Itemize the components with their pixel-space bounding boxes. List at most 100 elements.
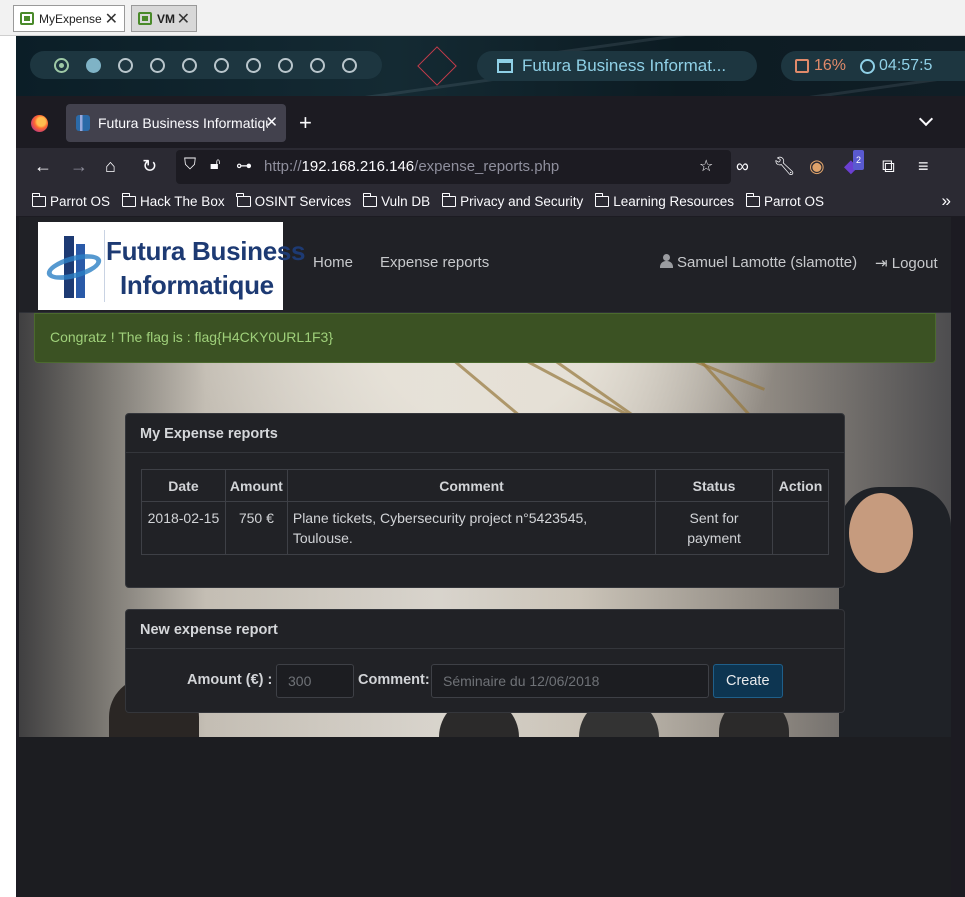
cell-comment: Plane tickets, Cybersecurity project n°5… <box>286 501 657 555</box>
forward-arrow-icon[interactable]: → <box>70 156 88 176</box>
bookmark-folder[interactable]: Privacy and Security <box>441 192 583 209</box>
close-tab-icon[interactable]: ✕ <box>265 113 278 131</box>
site-logo[interactable]: Futura Business Informatique <box>38 222 306 310</box>
create-button[interactable]: Create <box>713 664 783 698</box>
extensions-puzzle-icon[interactable]: ⧉ <box>882 156 895 176</box>
workspace-1[interactable] <box>54 58 69 73</box>
bookmark-star-icon[interactable]: ☆ <box>699 156 713 176</box>
reload-icon[interactable]: ↻ <box>142 156 157 176</box>
shield-icon[interactable]: ⛉ <box>184 156 196 174</box>
close-icon[interactable]: ✕ <box>105 9 118 29</box>
browser-tab-title: Futura Business Informatique <box>98 115 268 131</box>
folder-icon <box>745 192 761 207</box>
clock-icon <box>860 58 876 74</box>
bookmark-folder[interactable]: Parrot OS <box>745 192 824 209</box>
bookmarks-toolbar: Parrot OS Hack The Box OSINT Services Vu… <box>16 186 965 216</box>
folder-icon <box>236 192 251 207</box>
extension-badge-icon[interactable]: ◆ 2 <box>844 150 865 176</box>
workspace-8[interactable] <box>278 58 293 73</box>
hero-background-image: Congratz ! The flag is : flag{H4CKY0URL1… <box>19 313 951 737</box>
amount-input[interactable]: 300 <box>276 664 354 698</box>
menu-hamburger-icon[interactable]: ≡ <box>918 156 929 176</box>
folder-icon <box>121 192 137 207</box>
workspace-3[interactable] <box>118 58 133 73</box>
close-icon[interactable]: ✕ <box>177 9 190 29</box>
host-tab-label: MyExpense <box>39 11 102 26</box>
insecure-lock-icon[interactable]: 🔓︎ <box>210 156 220 174</box>
vm-icon <box>20 12 34 25</box>
workspace-5[interactable] <box>182 58 197 73</box>
bookmark-folder[interactable]: Vuln DB <box>362 192 430 209</box>
site-navbar: Futura Business Informatique Home Expens… <box>19 217 951 313</box>
window-icon <box>497 59 513 73</box>
folder-icon <box>31 192 46 207</box>
host-tab-label: VM <box>157 11 175 26</box>
workspace-6[interactable] <box>214 58 229 73</box>
new-report-form: Amount (€) : 300 Comment: Séminaire du 1… <box>126 664 846 698</box>
bookmark-folder[interactable]: Parrot OS <box>31 192 110 209</box>
folder-icon <box>362 192 378 207</box>
cpu-indicator[interactable]: 16% <box>795 57 846 75</box>
folder-icon <box>441 192 457 207</box>
workspace-9[interactable] <box>310 58 325 73</box>
new-expense-report-card: New expense report Amount (€) : 300 Comm… <box>125 609 845 713</box>
browser-tab[interactable]: Futura Business Informatique ✕ <box>66 104 286 142</box>
table-header-row: Date Amount Comment Status Action <box>141 469 829 502</box>
favicon-icon <box>76 115 90 131</box>
card-title: New expense report <box>126 610 844 649</box>
wrench-icon[interactable]: 🔧︎ <box>773 156 796 176</box>
vm-icon <box>138 12 152 25</box>
comment-label: Comment: <box>358 672 430 688</box>
cpu-icon <box>795 59 809 73</box>
active-window-title[interactable]: Futura Business Informat... <box>477 51 757 81</box>
back-arrow-icon[interactable]: ← <box>34 156 52 176</box>
cell-action <box>772 501 829 555</box>
cell-status: Sent for payment <box>655 501 773 555</box>
workspace-7[interactable] <box>246 58 261 73</box>
logo-text-line2: Informatique <box>120 270 274 300</box>
home-icon[interactable]: ⌂ <box>105 156 116 176</box>
new-tab-plus-icon[interactable]: + <box>299 110 312 136</box>
clock[interactable]: 04:57:5 <box>860 57 932 75</box>
flag-success-alert: Congratz ! The flag is : flag{H4CKY0URL1… <box>34 313 936 363</box>
desktop-panel: Futura Business Informat... 16% 04:57:5 <box>16 36 965 96</box>
page-content: Futura Business Informatique Home Expens… <box>19 217 951 897</box>
my-expense-reports-card: My Expense reports Date Amount Comment S… <box>125 413 845 588</box>
column-header-action: Action <box>772 469 829 502</box>
url-bar[interactable]: ⛉ 🔓︎ ⊶ http://192.168.216.146/expense_re… <box>176 150 731 184</box>
vm-display: Futura Business Informat... 16% 04:57:5 … <box>16 36 965 897</box>
foxyproxy-icon[interactable]: ∞ <box>736 156 749 176</box>
column-header-status: Status <box>655 469 773 502</box>
parrot-logo-icon[interactable] <box>417 46 457 86</box>
bookmark-folder[interactable]: OSINT Services <box>236 192 351 209</box>
nav-logout-link[interactable]: ⇥ Logout <box>875 254 938 272</box>
column-header-date: Date <box>141 469 226 502</box>
system-tray: 16% 04:57:5 <box>781 51 965 81</box>
url-text[interactable]: http://192.168.216.146/expense_reports.p… <box>264 158 559 175</box>
host-tab-vm[interactable]: VM ✕ <box>131 5 197 32</box>
nav-expense-reports-link[interactable]: Expense reports <box>380 254 489 271</box>
workspace-10[interactable] <box>342 58 357 73</box>
firefox-icon[interactable] <box>31 115 48 132</box>
list-all-tabs-chevron-icon[interactable] <box>918 111 934 127</box>
workspace-2[interactable] <box>86 58 101 73</box>
bookmark-folder[interactable]: Hack The Box <box>121 192 225 209</box>
browser-window: Futura Business Informatique ✕ + ← → ⌂ ↻… <box>16 96 965 897</box>
cookie-extension-icon[interactable]: ◉ <box>809 156 825 176</box>
column-header-amount: Amount <box>224 469 288 502</box>
nav-user-profile-link[interactable]: Samuel Lamotte (slamotte) <box>660 254 857 271</box>
column-header-comment: Comment <box>286 469 657 502</box>
card-title: My Expense reports <box>126 414 844 453</box>
bookmark-folder[interactable]: Learning Resources <box>594 192 734 209</box>
host-tab-myexpense[interactable]: MyExpense ✕ <box>13 5 125 32</box>
expense-reports-table: Date Amount Comment Status Action 2018-0… <box>141 469 829 555</box>
workspace-4[interactable] <box>150 58 165 73</box>
comment-input[interactable]: Séminaire du 12/06/2018 <box>431 664 709 698</box>
permissions-key-icon[interactable]: ⊶ <box>236 156 252 176</box>
logout-icon: ⇥ <box>875 255 888 272</box>
more-bookmarks-chevron-icon[interactable]: » <box>942 191 951 211</box>
host-tab-bar: MyExpense ✕ VM ✕ <box>0 0 965 36</box>
table-row: 2018-02-15 750 € Plane tickets, Cybersec… <box>141 501 829 555</box>
user-icon <box>660 254 673 268</box>
nav-home-link[interactable]: Home <box>313 254 353 271</box>
